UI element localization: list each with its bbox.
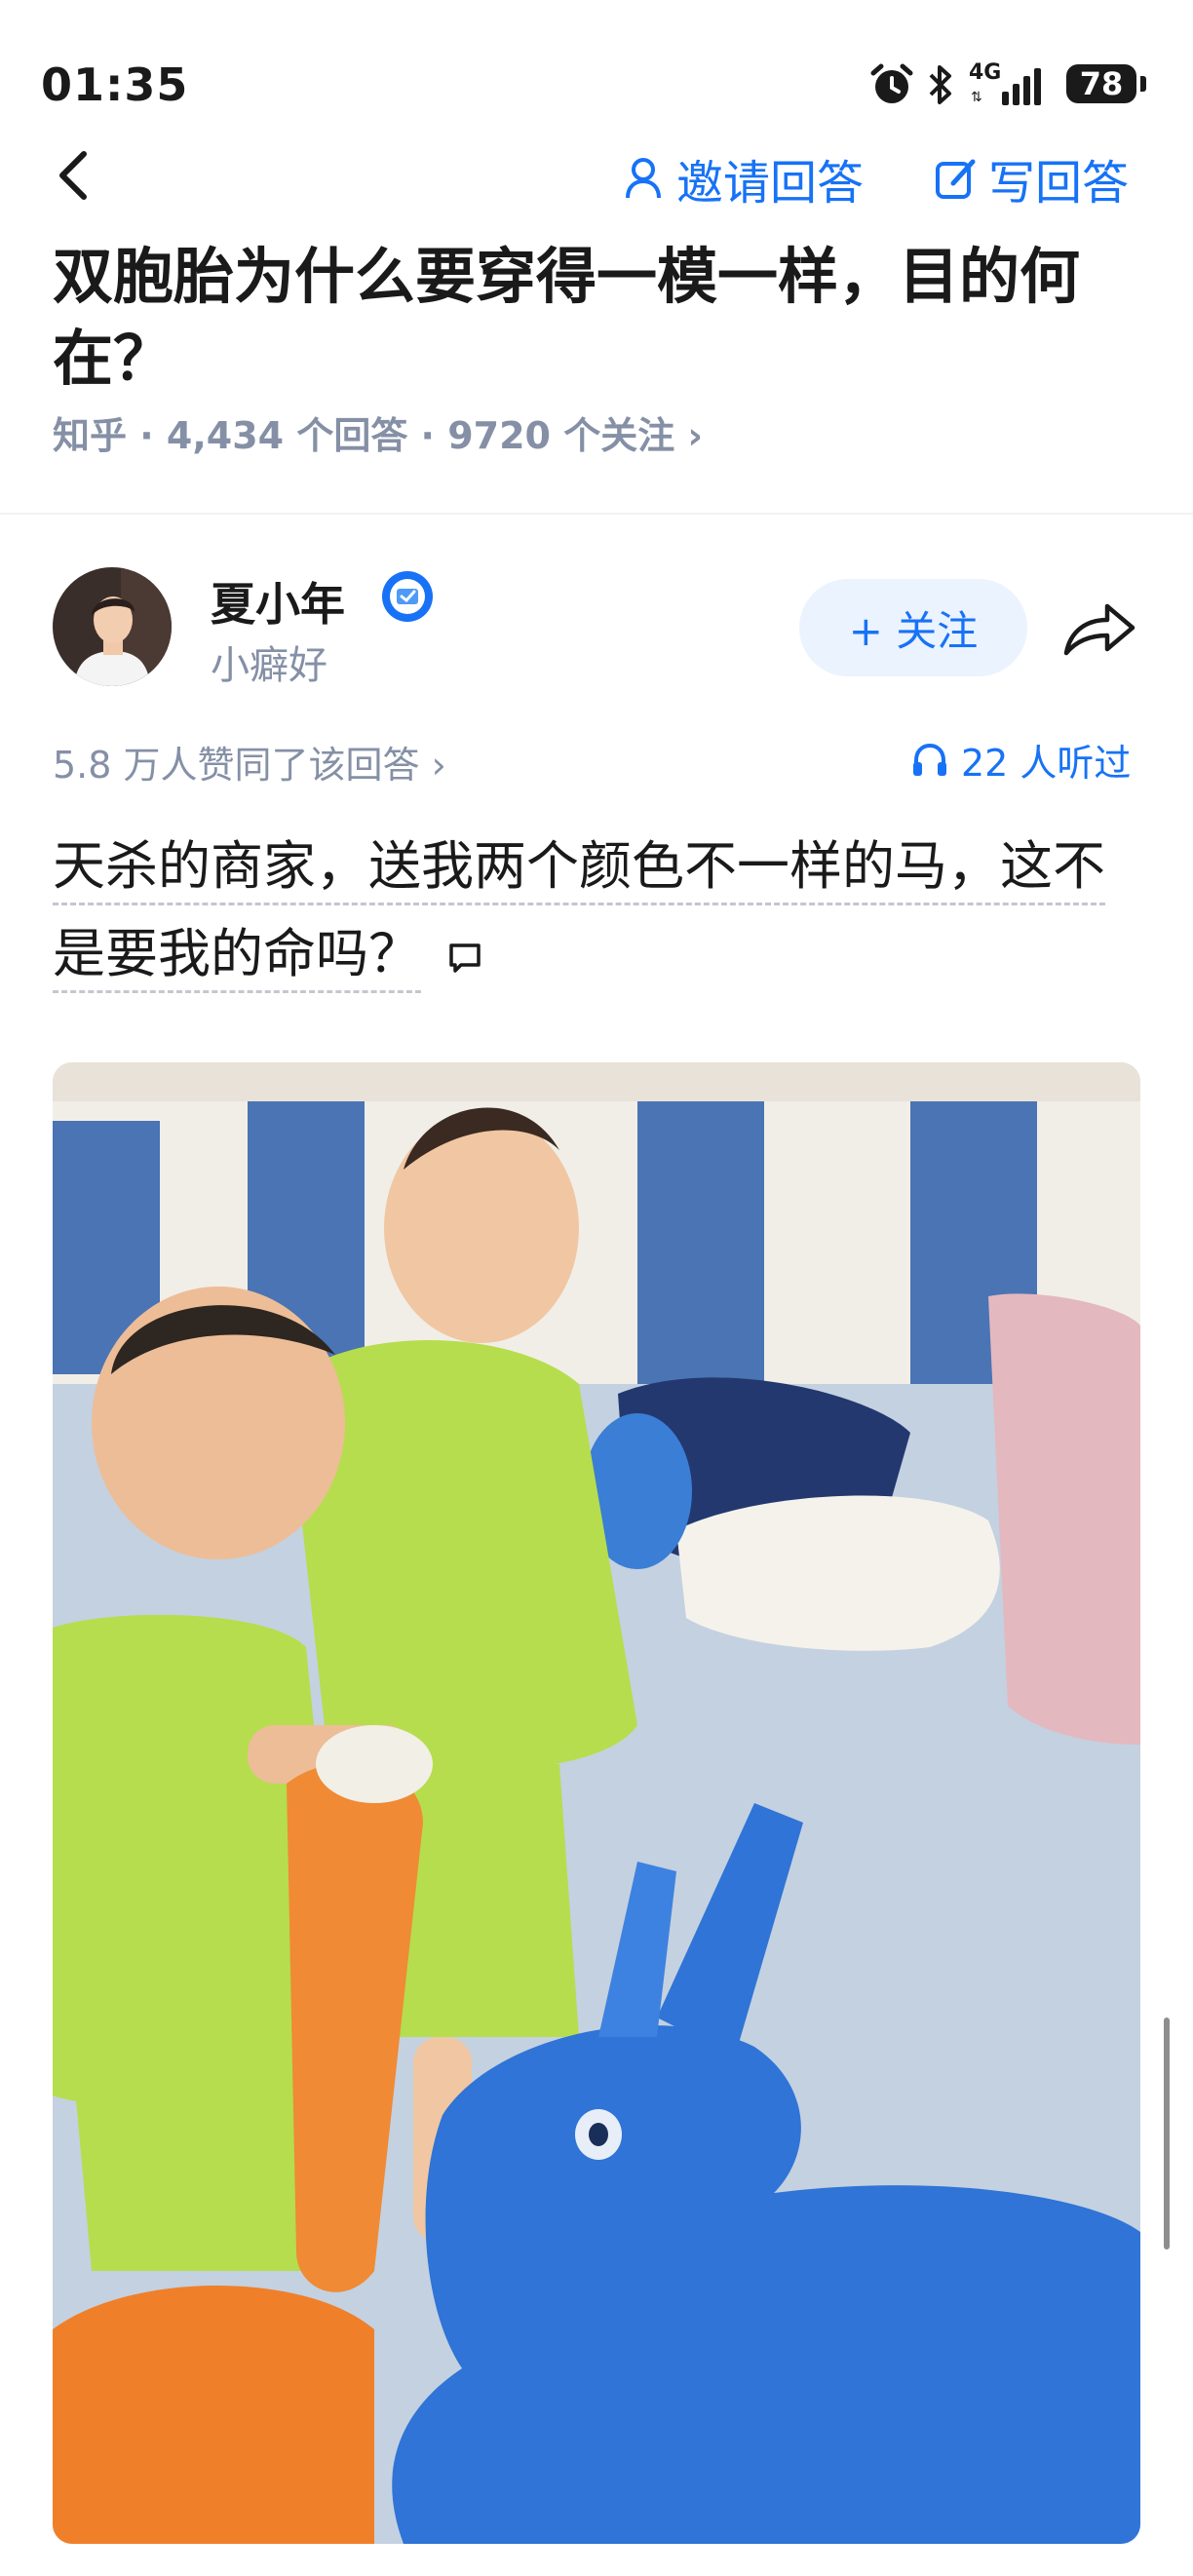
answer-body[interactable]: 天杀的商家，送我两个颜色不一样的马，这不是要我的命吗？ (53, 823, 1144, 998)
person-icon (626, 158, 663, 199)
vote-count[interactable]: 5.8 万人赞同了该回答 › (53, 735, 446, 788)
write-answer-button[interactable]: 写回答 (934, 144, 1129, 212)
twins-rocking-horse-image (53, 1062, 1140, 2544)
bluetooth-icon (929, 65, 951, 104)
signal-icon: ⇅ (971, 68, 1041, 105)
follow-button[interactable]: + 关注 (799, 579, 1027, 676)
edit-icon (936, 159, 976, 199)
share-icon[interactable] (1060, 593, 1138, 663)
author-subtitle: 小癖好 (211, 643, 327, 688)
battery-icon: 78 (1066, 64, 1136, 103)
invite-answer-button[interactable]: 邀请回答 (624, 144, 864, 212)
alarm-icon (870, 63, 913, 103)
headphones-icon (913, 743, 946, 776)
answer-photo[interactable] (53, 1062, 1140, 2544)
status-time: 01:35 (41, 58, 189, 111)
battery-tip (1140, 76, 1146, 92)
question-meta[interactable]: 知乎 · 4,434 个回答 · 9720 个关注 › (53, 405, 703, 459)
avatar[interactable] (53, 567, 172, 686)
invite-answer-label: 邀请回答 (676, 156, 865, 211)
question-title[interactable]: 双胞胎为什么要穿得一模一样，目的何在？ (53, 236, 1144, 400)
scrollbar[interactable] (1164, 2018, 1170, 2249)
write-answer-label: 写回答 (988, 156, 1130, 211)
section-divider (0, 513, 1193, 515)
svg-text:⇅: ⇅ (971, 90, 982, 105)
answer-text: 天杀的商家，送我两个颜色不一样的马，这不是要我的命吗？ (53, 835, 1105, 993)
comment-bubble-icon[interactable] (445, 938, 484, 977)
listen-count[interactable]: 22 人听过 (910, 733, 1131, 787)
verified-badge-icon (382, 571, 433, 622)
listen-count-label: 22 人听过 (961, 742, 1132, 785)
back-arrow-icon[interactable] (47, 136, 105, 214)
author-name[interactable]: 夏小年 (211, 569, 345, 634)
